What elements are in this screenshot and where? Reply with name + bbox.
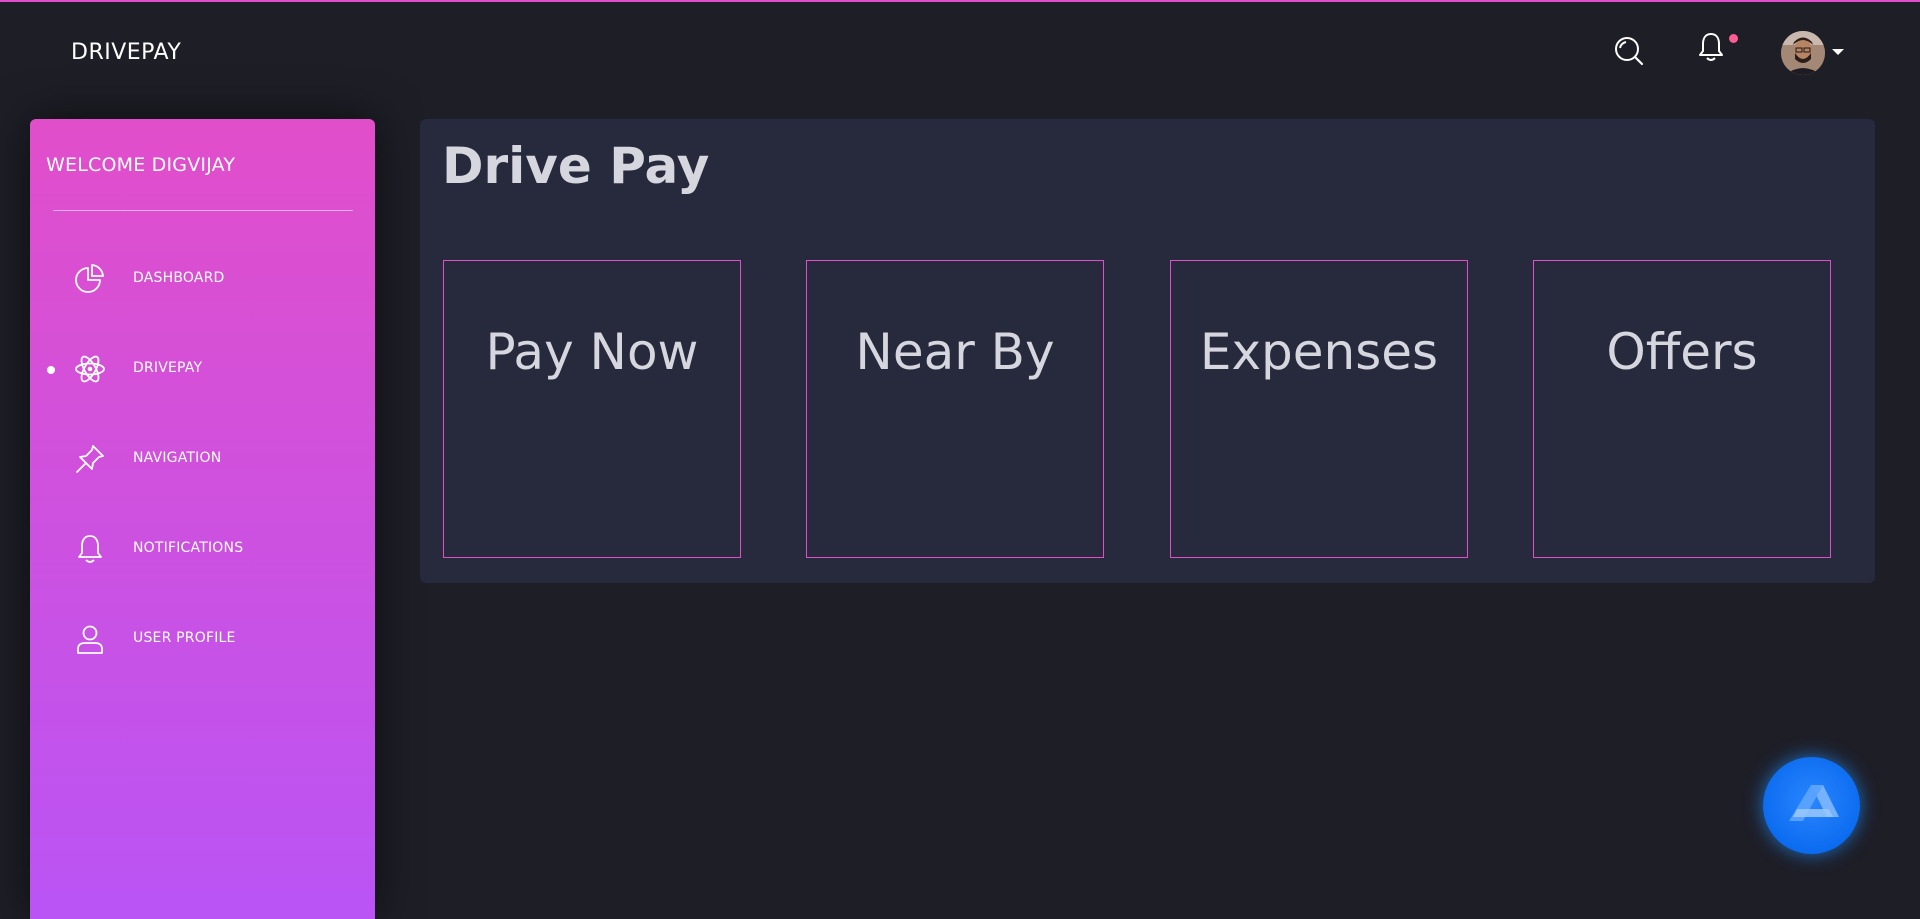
notification-badge [1729, 34, 1738, 43]
user-photo-icon [1781, 31, 1825, 75]
sidebar-item-navigation[interactable]: NAVIGATION [30, 429, 375, 489]
sidebar-item-label: USER PROFILE [133, 630, 236, 646]
bell-icon[interactable] [1694, 30, 1728, 64]
floating-action-button[interactable] [1763, 757, 1860, 854]
sidebar-item-label: DRIVEPAY [133, 360, 203, 376]
card-label: Offers [1606, 323, 1758, 381]
page-title: Drive Pay [442, 137, 710, 195]
active-indicator [47, 366, 55, 374]
chevron-down-icon[interactable] [1832, 49, 1844, 55]
avatar[interactable] [1781, 31, 1825, 75]
sidebar-item-user-profile[interactable]: USER PROFILE [30, 609, 375, 669]
card-pay-now[interactable]: Pay Now [443, 260, 741, 558]
card-label: Expenses [1199, 323, 1439, 381]
sidebar-item-notifications[interactable]: NOTIFICATIONS [30, 519, 375, 579]
brand-title[interactable]: DRIVEPAY [71, 40, 181, 65]
sidebar-item-label: NOTIFICATIONS [133, 540, 244, 556]
search-icon[interactable] [1612, 34, 1646, 68]
atom-icon [75, 355, 105, 383]
user-icon [77, 625, 103, 654]
app-logo-icon [1789, 785, 1839, 821]
sidebar-item-label: DASHBOARD [133, 270, 225, 286]
card-expenses[interactable]: Expenses [1170, 260, 1468, 558]
pin-icon [76, 445, 104, 473]
top-navbar: DRIVEPAY [0, 2, 1920, 102]
sidebar: WELCOME DIGVIJAY DASHBOARD DRIVEPAY NAVI… [30, 119, 375, 919]
welcome-text: WELCOME DIGVIJAY [46, 154, 236, 176]
sidebar-divider [53, 210, 353, 211]
card-near-by[interactable]: Near By [806, 260, 1104, 558]
sidebar-item-dashboard[interactable]: DASHBOARD [30, 249, 375, 309]
sidebar-item-label: NAVIGATION [133, 450, 222, 466]
card-label: Near By [855, 323, 1055, 381]
main-panel: Drive Pay Pay Now Near By Expenses Offer… [420, 119, 1875, 583]
card-label: Pay Now [485, 323, 699, 381]
sidebar-item-drivepay[interactable]: DRIVEPAY [30, 339, 375, 399]
card-offers[interactable]: Offers [1533, 260, 1831, 558]
pie-chart-icon [75, 264, 104, 293]
bell-icon [78, 535, 102, 563]
